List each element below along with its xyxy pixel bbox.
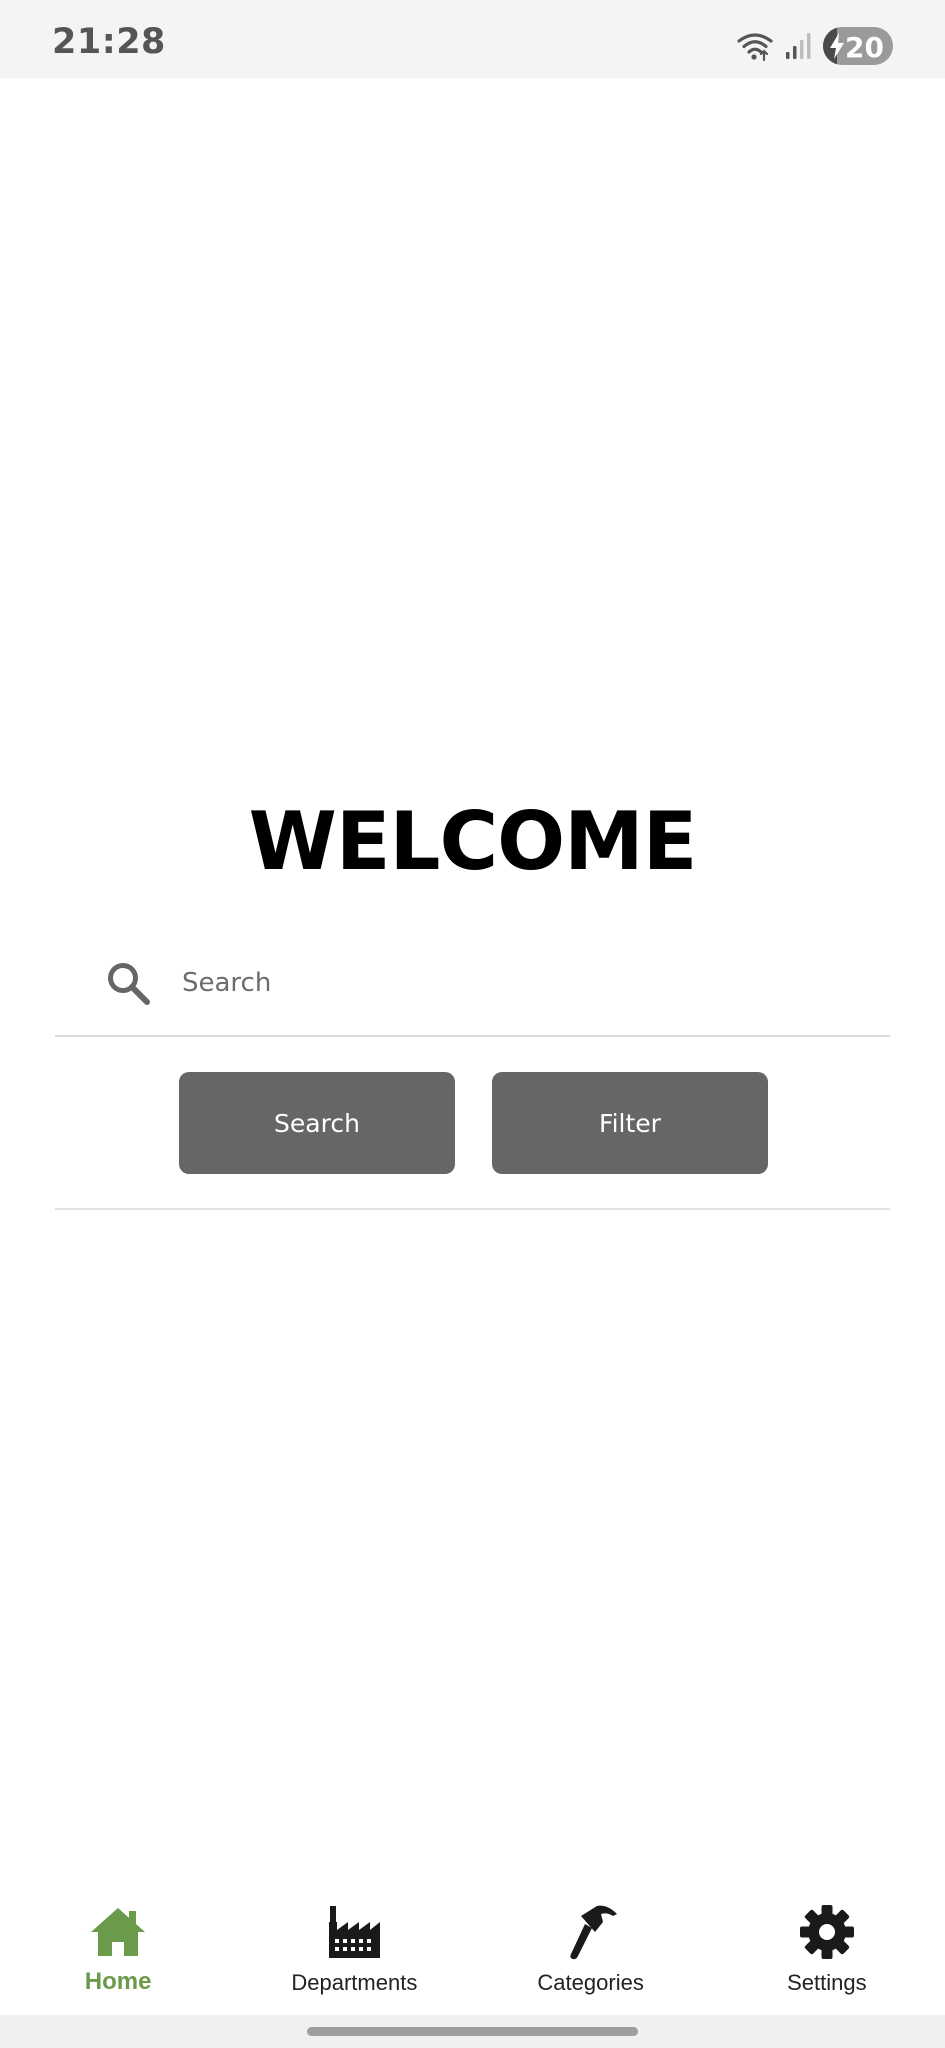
nav-label-departments: Departments — [291, 1970, 418, 1995]
gear-icon — [799, 1905, 854, 1959]
nav-item-home[interactable]: Home — [0, 1880, 236, 2015]
status-bar: 21:28 20 — [0, 0, 945, 78]
bottom-navigation: Home Departments Categories Settings — [0, 1880, 945, 2015]
status-icons: 20 — [737, 27, 893, 65]
home-icon — [91, 1908, 146, 1956]
nav-label-settings: Settings — [787, 1970, 867, 1995]
battery-icon: 20 — [823, 27, 893, 65]
nav-label-home: Home — [84, 1968, 152, 1995]
charging-bolt-icon — [830, 33, 844, 59]
search-button[interactable]: Search — [179, 1072, 455, 1174]
factory-icon — [329, 1906, 381, 1958]
nav-item-categories[interactable]: Categories — [473, 1880, 709, 2015]
filter-button[interactable]: Filter — [492, 1072, 768, 1174]
system-navigation-bar — [0, 2015, 945, 2048]
page-title: WELCOME — [248, 795, 698, 888]
nav-label-categories: Categories — [537, 1970, 644, 1995]
home-indicator[interactable] — [307, 2027, 638, 2036]
wifi-icon — [737, 33, 773, 61]
search-bar[interactable] — [55, 945, 890, 1037]
search-icon — [108, 963, 150, 1005]
signal-icon — [786, 33, 811, 59]
battery-percent: 20 — [845, 31, 884, 64]
nav-item-departments[interactable]: Departments — [236, 1880, 472, 2015]
nav-item-settings[interactable]: Settings — [709, 1880, 945, 2015]
status-time: 21:28 — [52, 22, 166, 62]
search-input[interactable] — [182, 955, 862, 1011]
hammer-icon — [569, 1905, 617, 1960]
divider — [55, 1208, 890, 1210]
